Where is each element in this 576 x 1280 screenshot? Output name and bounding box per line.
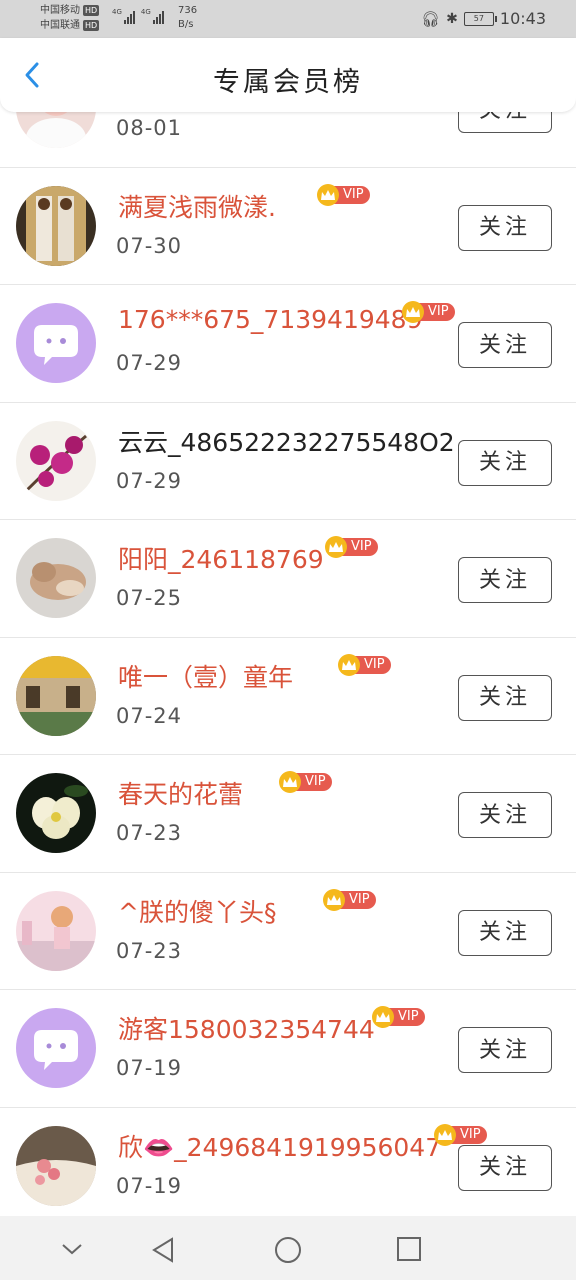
headphones-icon: 🎧︎	[421, 9, 441, 28]
member-name[interactable]: 唯一（壹）童年	[118, 658, 293, 694]
list-item[interactable]: 游客1580032354744 VIP 07-19 关注	[0, 990, 576, 1108]
page-title: 专属会员榜	[213, 67, 363, 98]
member-list: 08-01 关注 满夏浅雨微漾. VIP 07-30 关注 176***675_…	[0, 50, 576, 1225]
avatar[interactable]	[16, 655, 96, 736]
member-date: 08-01	[116, 116, 183, 140]
avatar[interactable]	[16, 303, 96, 383]
avatar[interactable]	[16, 773, 96, 853]
battery-icon: 57	[463, 11, 497, 26]
list-item[interactable]: 欣👄_2496841919956047 VIP 07-19 关注	[0, 1107, 576, 1225]
hd-badge: HD	[83, 20, 100, 31]
follow-button[interactable]: 关注	[458, 204, 552, 251]
vip-badge: VIP	[434, 1123, 487, 1146]
signal-icon: 4G	[141, 8, 164, 24]
list-item[interactable]: 云云_486522232275548O2 07-29 关注	[0, 402, 576, 520]
avatar[interactable]	[16, 1008, 96, 1088]
signal-icon: 4G	[112, 8, 135, 24]
member-name[interactable]: 春天的花蕾	[118, 775, 243, 811]
follow-button[interactable]: 关注	[458, 674, 552, 721]
network-speed: 736 B/s	[178, 5, 198, 30]
vip-badge: VIP	[402, 301, 455, 323]
member-date: 07-29	[116, 351, 183, 375]
list-item[interactable]: 176***675_7139419489 VIP 07-29 关注	[0, 285, 576, 403]
member-date: 07-29	[116, 468, 183, 493]
list-item[interactable]: 春天的花蕾 VIP 07-23 关注	[0, 755, 576, 873]
crown-icon	[325, 536, 347, 558]
vip-badge: VIP	[279, 771, 332, 793]
member-name[interactable]: ^朕的傻丫头§	[118, 893, 276, 929]
member-name[interactable]: 满夏浅雨微漾.	[118, 188, 276, 224]
status-right: 🎧︎ ✱ 57 10:43	[421, 9, 546, 28]
list-item[interactable]: 满夏浅雨微漾. VIP 07-30 关注	[0, 167, 576, 285]
member-date: 07-19	[116, 1056, 183, 1080]
bluetooth-icon: ✱	[446, 10, 458, 27]
member-date: 07-30	[116, 233, 183, 258]
member-date: 07-25	[116, 586, 183, 610]
signal-icons: 4G 4G	[112, 8, 164, 24]
follow-button[interactable]: 关注	[458, 557, 552, 603]
vip-badge: VIP	[338, 653, 391, 676]
member-name[interactable]: 176***675_7139419489	[118, 305, 423, 334]
crown-icon	[279, 771, 301, 793]
crown-icon	[434, 1123, 456, 1146]
carrier-info: 中国移动 HD 中国联通 HD	[40, 3, 100, 33]
member-name[interactable]: 游客1580032354744	[118, 1010, 375, 1046]
vip-badge: VIP	[323, 888, 376, 911]
follow-button[interactable]: 关注	[458, 792, 552, 838]
header: 专属会员榜	[0, 38, 576, 112]
chevron-down-icon[interactable]	[60, 1242, 84, 1256]
list-item[interactable]: ^朕的傻丫头§ VIP 07-23 关注	[0, 872, 576, 990]
list-item[interactable]: 唯一（壹）童年 VIP 07-24 关注	[0, 637, 576, 755]
carrier-1: 中国移动	[40, 5, 80, 16]
member-date: 07-19	[116, 1173, 183, 1198]
vip-badge: VIP	[372, 1006, 425, 1028]
member-name[interactable]: 云云_486522232275548O2	[118, 423, 455, 459]
crown-icon	[338, 653, 360, 676]
list-item[interactable]: 阳阳_246118769 VIP 07-25 关注	[0, 520, 576, 638]
avatar[interactable]	[16, 1125, 96, 1206]
vip-badge: VIP	[317, 183, 370, 206]
avatar[interactable]	[16, 538, 96, 618]
follow-button[interactable]: 关注	[458, 909, 552, 956]
avatar[interactable]	[16, 185, 96, 266]
follow-button[interactable]: 关注	[458, 1027, 552, 1073]
avatar[interactable]	[16, 890, 96, 971]
member-date: 07-24	[116, 703, 183, 728]
home-circle-icon[interactable]	[274, 1236, 302, 1264]
member-name[interactable]: 阳阳_246118769	[118, 540, 324, 576]
member-name[interactable]: 欣👄_2496841919956047	[118, 1128, 441, 1164]
vip-badge: VIP	[325, 536, 378, 558]
hd-badge: HD	[83, 5, 100, 16]
member-date: 07-23	[116, 821, 183, 845]
crown-icon	[402, 301, 424, 323]
member-date: 07-23	[116, 938, 183, 963]
carrier-2: 中国联通	[40, 20, 80, 31]
crown-icon	[317, 183, 339, 206]
clock: 10:43	[499, 9, 546, 28]
back-triangle-icon[interactable]	[150, 1236, 178, 1264]
follow-button[interactable]: 关注	[458, 1144, 552, 1191]
system-nav-bar	[0, 1216, 576, 1280]
recents-square-icon[interactable]	[396, 1236, 422, 1262]
crown-icon	[372, 1006, 394, 1028]
status-bar: 中国移动 HD 中国联通 HD 4G 4G 736 B/s 🎧︎ ✱ 57 10:4…	[0, 0, 576, 38]
avatar[interactable]	[16, 420, 96, 501]
follow-button[interactable]: 关注	[458, 322, 552, 368]
follow-button[interactable]: 关注	[458, 439, 552, 486]
crown-icon	[323, 888, 345, 911]
